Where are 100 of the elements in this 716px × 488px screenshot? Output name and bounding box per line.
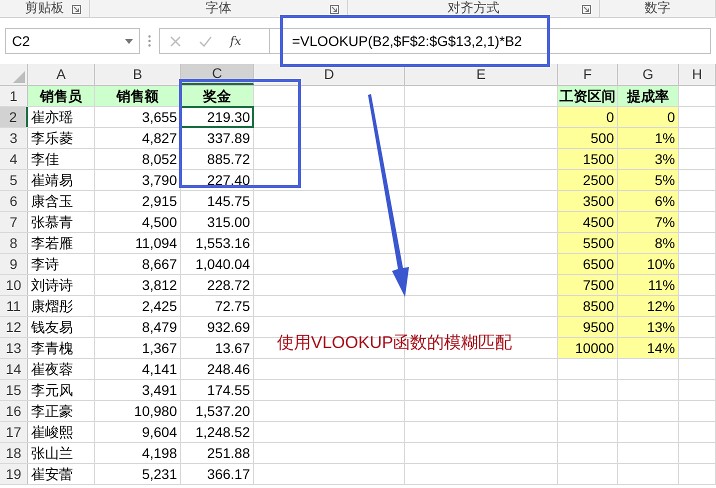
table-cell: 10% [618, 254, 678, 274]
table-cell-text: 4,198 [140, 444, 178, 463]
ribbon-group-label: 数字 [644, 0, 670, 17]
table-cell-text: 11,094 [134, 234, 178, 253]
table-cell-text: 钱友易 [30, 318, 74, 337]
table-cell: 7% [618, 212, 678, 232]
table-cell-text: 145.75 [206, 192, 251, 211]
table-cell-text: 崔靖易 [30, 171, 74, 190]
row-header[interactable]: 15 [0, 380, 28, 400]
table-cell-text: 248.46 [206, 360, 251, 379]
name-box[interactable]: C2 [5, 28, 140, 54]
table-cell-text: 康熠彤 [30, 297, 74, 316]
row-header[interactable]: 4 [0, 149, 28, 169]
row-header[interactable]: 8 [0, 233, 28, 253]
table-cell-text: 228.72 [206, 276, 251, 295]
row-header[interactable]: 14 [0, 359, 28, 379]
table-cell-text: 932.69 [206, 318, 251, 337]
dialog-launcher-icon[interactable] [72, 5, 81, 14]
column-header[interactable]: H [679, 64, 716, 85]
table-cell-text: 1,248.52 [194, 423, 251, 442]
ribbon-group-label: 对齐方式 [448, 0, 500, 17]
table-cell-text: 1,537.20 [194, 402, 251, 421]
table-cell-text: 李元风 [30, 381, 74, 400]
table-cell-text: 1,040.04 [194, 255, 251, 274]
table-cell-text: 崔安蕾 [30, 465, 74, 484]
column-header[interactable]: A [28, 64, 95, 85]
table-cell-text: 张山兰 [30, 444, 74, 463]
table-cell-text: 2,425 [140, 297, 178, 316]
ribbon-group-label: 字体 [206, 0, 232, 17]
table-cell-text: 8,667 [140, 255, 178, 274]
table-cell: 500 [558, 128, 617, 148]
row-header[interactable]: 5 [0, 170, 28, 190]
column-title-cell: 销售员 [28, 86, 94, 106]
table-cell-text: 3,491 [140, 381, 178, 400]
table-cell: 3% [618, 149, 678, 169]
row-header[interactable]: 3 [0, 128, 28, 148]
table-cell-text: 1,367 [140, 339, 178, 358]
row-header[interactable]: 2 [0, 107, 28, 127]
table-cell: 8% [618, 233, 678, 253]
column-header[interactable]: G [618, 64, 679, 85]
table-cell-text: 10,980 [133, 402, 178, 421]
table-cell-text: 李乐菱 [30, 129, 74, 148]
table-cell: 0 [558, 107, 617, 127]
table-cell-text: 李诗 [30, 255, 60, 274]
table-cell: 0 [618, 107, 678, 127]
table-cell: 13% [618, 317, 678, 337]
dialog-launcher-icon[interactable] [330, 5, 339, 14]
row-header[interactable]: 7 [0, 212, 28, 232]
row-header[interactable]: 13 [0, 338, 28, 358]
table-cell: 8500 [558, 296, 617, 316]
table-cell: 3500 [558, 191, 617, 211]
table-cell-text: 315.00 [206, 213, 251, 232]
dropdown-caret-icon[interactable] [125, 38, 133, 44]
row-header[interactable]: 9 [0, 254, 28, 274]
row-header[interactable]: 11 [0, 296, 28, 316]
table-cell-text: 337.89 [206, 129, 251, 148]
row-header[interactable]: 17 [0, 422, 28, 442]
table-cell: 14% [618, 338, 678, 358]
table-cell-text: 366.17 [206, 465, 251, 484]
table-cell-text: 李正豪 [30, 402, 74, 421]
table-cell-text: 刘诗诗 [30, 276, 74, 295]
table-cell-text: 康含玉 [30, 192, 74, 211]
ribbon-group-label: 剪贴板 [25, 0, 64, 17]
table-cell-text: 4,827 [140, 129, 178, 148]
table-cell-text: 李若雁 [30, 234, 74, 253]
table-cell-text: 227.40 [206, 171, 251, 190]
table-cell: 11% [618, 275, 678, 295]
table-cell-text: 13.67 [214, 339, 251, 358]
table-cell-text: 张慕青 [30, 213, 74, 232]
table-cell: 6500 [558, 254, 617, 274]
formula-text[interactable]: =VLOOKUP(B2,$F$2:$G$13,2,1)*B2 [280, 30, 528, 52]
column-header[interactable]: E [405, 64, 558, 85]
row-header[interactable]: 19 [0, 464, 28, 484]
table-cell-text: 9,604 [140, 423, 178, 442]
table-cell-text: 174.55 [206, 381, 251, 400]
row-header[interactable]: 6 [0, 191, 28, 211]
table-cell: 7500 [558, 275, 617, 295]
table-cell-text: 72.75 [214, 297, 251, 316]
column-header[interactable]: D [254, 64, 405, 85]
insert-function-button[interactable]: fx [230, 32, 242, 50]
table-cell-text: 8,479 [140, 318, 178, 337]
row-header[interactable]: 12 [0, 317, 28, 337]
row-header[interactable]: 16 [0, 401, 28, 421]
table-cell: 10000 [558, 338, 617, 358]
row-header[interactable]: 10 [0, 275, 28, 295]
table-cell-text: 李青槐 [30, 339, 74, 358]
table-cell: 6% [618, 191, 678, 211]
column-title-cell: 工资区间 [558, 86, 617, 106]
table-cell-text: 3,812 [140, 276, 178, 295]
table-cell-text: 李佳 [30, 150, 60, 169]
row-header[interactable]: 1 [0, 86, 28, 106]
row-header[interactable]: 18 [0, 443, 28, 463]
grip-icon [148, 35, 151, 47]
table-cell-text: 8,052 [140, 150, 178, 169]
table-cell-text: 885.72 [206, 150, 251, 169]
table-cell-text: 2,915 [140, 192, 178, 211]
check-icon[interactable] [199, 36, 212, 46]
table-cell-text: 崔亦瑶 [30, 108, 74, 127]
dialog-launcher-icon[interactable] [582, 5, 591, 14]
column-header[interactable]: F [558, 64, 618, 85]
